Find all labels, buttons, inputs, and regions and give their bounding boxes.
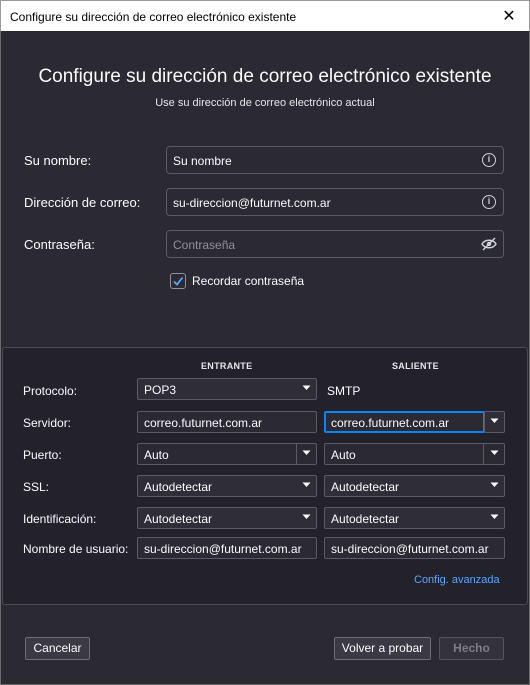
- outgoing-protocol-value: SMTP: [327, 384, 361, 398]
- email-label: Dirección de correo:: [24, 195, 141, 210]
- incoming-port-combo[interactable]: Auto: [137, 443, 317, 465]
- incoming-server-value: correo.futurnet.com.ar: [144, 416, 263, 430]
- password-field[interactable]: Contraseña: [166, 230, 504, 258]
- incoming-ssl-value: Autodetectar: [144, 480, 213, 494]
- outgoing-ssl-select[interactable]: Autodetectar: [324, 475, 505, 497]
- combo-divider: [483, 444, 484, 464]
- server-label: Servidor:: [23, 416, 72, 430]
- outgoing-server-value: correo.futurnet.com.ar: [331, 416, 450, 430]
- remember-checkbox[interactable]: [170, 273, 186, 289]
- chevron-down-icon: [490, 482, 499, 487]
- password-placeholder: Contraseña: [173, 238, 236, 252]
- name-field[interactable]: Su nombre i: [166, 146, 504, 174]
- chevron-down-icon: [302, 482, 311, 487]
- incoming-protocol-select[interactable]: POP3: [137, 378, 317, 400]
- username-label: Nombre de usuario:: [23, 542, 129, 556]
- incoming-column-header: ENTRANTE: [201, 361, 253, 371]
- auth-label: Identificación:: [23, 512, 97, 526]
- incoming-username-input[interactable]: su-direccion@futurnet.com.ar: [137, 537, 317, 559]
- combo-divider: [296, 444, 297, 464]
- chevron-down-icon: [490, 418, 499, 423]
- outgoing-username-input[interactable]: su-direccion@futurnet.com.ar: [324, 537, 505, 559]
- page-title: Configure su dirección de correo electró…: [38, 66, 492, 87]
- chevron-down-icon[interactable]: [302, 450, 311, 456]
- port-label: Puerto:: [23, 448, 62, 462]
- incoming-ssl-select[interactable]: Autodetectar: [137, 475, 317, 497]
- eye-slash-icon[interactable]: [481, 237, 497, 251]
- close-icon[interactable]: ✕: [499, 6, 519, 26]
- info-icon[interactable]: i: [482, 195, 496, 209]
- incoming-auth-select[interactable]: Autodetectar: [137, 507, 317, 529]
- chevron-down-icon: [302, 514, 311, 519]
- incoming-server-input[interactable]: correo.futurnet.com.ar: [137, 411, 317, 433]
- outgoing-port-combo[interactable]: Auto: [324, 443, 505, 465]
- page-subtitle: Use su dirección de correo electrónico a…: [155, 97, 375, 109]
- outgoing-server-dropdown[interactable]: [484, 411, 505, 433]
- retest-button[interactable]: Volver a probar: [334, 637, 431, 660]
- incoming-protocol-value: POP3: [144, 383, 177, 397]
- chevron-down-icon[interactable]: [490, 450, 499, 456]
- incoming-auth-value: Autodetectar: [144, 512, 213, 526]
- window-title: Configure su dirección de correo electró…: [10, 10, 297, 24]
- name-label: Su nombre:: [24, 153, 92, 168]
- remember-label: Recordar contraseña: [192, 274, 305, 288]
- email-field[interactable]: su-direccion@futurnet.com.ar i: [166, 188, 504, 216]
- name-value: Su nombre: [173, 154, 232, 168]
- advanced-config-link[interactable]: Config. avanzada: [414, 574, 500, 586]
- chevron-down-icon: [490, 514, 499, 519]
- check-icon: [173, 276, 184, 286]
- outgoing-column-header: SALIENTE: [392, 361, 439, 371]
- outgoing-auth-select[interactable]: Autodetectar: [324, 507, 505, 529]
- email-value: su-direccion@futurnet.com.ar: [173, 196, 331, 210]
- info-icon[interactable]: i: [482, 153, 496, 167]
- outgoing-auth-value: Autodetectar: [331, 512, 400, 526]
- outgoing-ssl-value: Autodetectar: [331, 480, 400, 494]
- done-button[interactable]: Hecho: [439, 637, 504, 660]
- protocol-label: Protocolo:: [23, 384, 78, 398]
- outgoing-server-input[interactable]: correo.futurnet.com.ar: [324, 411, 485, 433]
- incoming-username-value: su-direccion@futurnet.com.ar: [144, 542, 302, 556]
- password-label: Contraseña:: [24, 237, 95, 252]
- window-titlebar: Configure su dirección de correo electró…: [0, 0, 530, 31]
- cancel-button[interactable]: Cancelar: [25, 637, 90, 660]
- incoming-port-value: Auto: [144, 448, 169, 462]
- ssl-label: SSL:: [23, 480, 50, 494]
- chevron-down-icon: [302, 385, 311, 390]
- outgoing-port-value: Auto: [331, 448, 356, 462]
- outgoing-username-value: su-direccion@futurnet.com.ar: [331, 542, 489, 556]
